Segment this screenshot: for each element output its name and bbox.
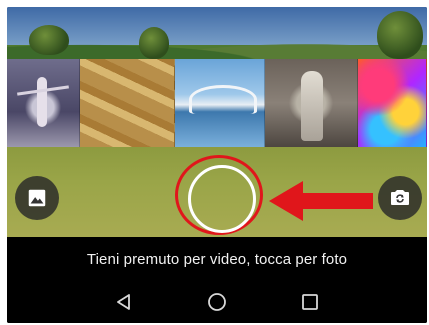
recents-square-icon <box>302 294 319 310</box>
tree-decoration <box>139 27 169 59</box>
statue-figure <box>300 71 323 141</box>
capture-hint-bar: Tieni premuto per video, tocca per foto <box>7 237 427 281</box>
camera-viewfinder[interactable] <box>7 7 427 237</box>
thumbnail-architecture[interactable] <box>175 59 265 147</box>
thumbnail-colorful-paint[interactable] <box>357 59 427 147</box>
gallery-button[interactable] <box>15 176 59 220</box>
red-arrow-annotation <box>269 181 373 221</box>
back-triangle-icon <box>116 294 130 310</box>
ballerina-figure <box>37 77 47 127</box>
home-circle-icon <box>208 293 226 311</box>
tree-decoration <box>29 25 69 55</box>
switch-camera-button[interactable] <box>378 176 422 220</box>
capture-hint-text: Tieni premuto per video, tocca per foto <box>86 250 348 268</box>
tree-decoration <box>377 11 423 59</box>
camera-switch-icon <box>391 190 409 205</box>
building-shape <box>189 85 257 114</box>
thumbnail-old-pages[interactable] <box>80 59 175 147</box>
back-button[interactable] <box>104 282 144 322</box>
recents-button[interactable] <box>290 282 330 322</box>
thumbnail-statue[interactable] <box>264 59 358 147</box>
filter-thumbnail-strip <box>7 59 427 147</box>
android-navigation-bar <box>7 281 427 323</box>
camera-screen: Tieni premuto per video, tocca per foto <box>7 7 427 323</box>
thumbnail-ballerina[interactable] <box>7 59 81 147</box>
home-button[interactable] <box>197 282 237 322</box>
shutter-button[interactable] <box>188 165 256 233</box>
image-gallery-icon <box>28 189 46 207</box>
